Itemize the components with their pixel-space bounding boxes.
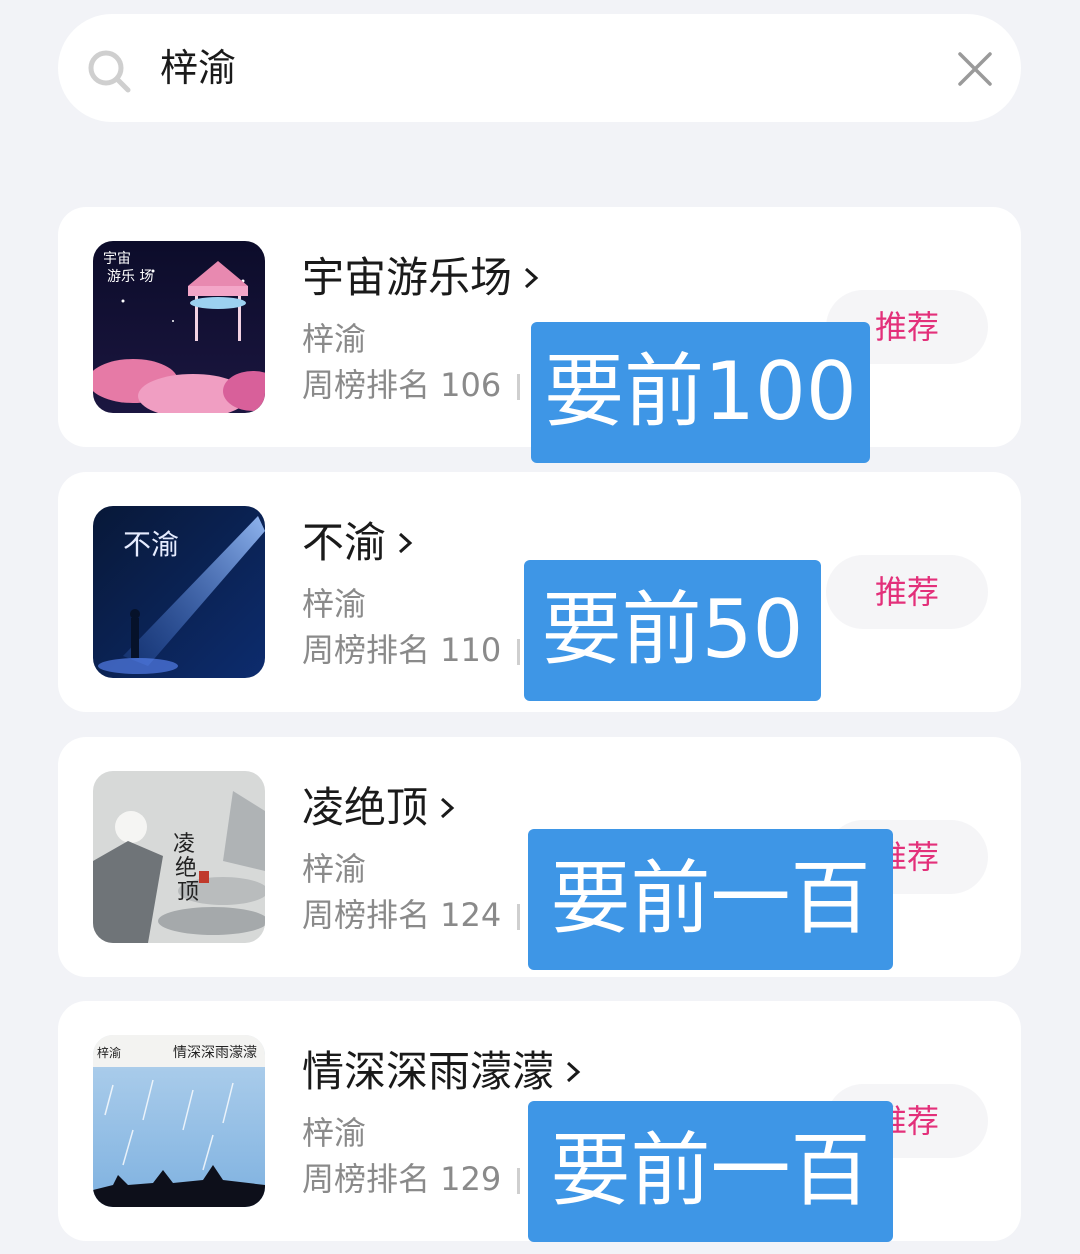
artist-name[interactable]: 梓渝 bbox=[302, 1111, 366, 1155]
search-icon bbox=[88, 50, 131, 93]
overlay-label: 要前一百 bbox=[528, 829, 893, 970]
album-cover[interactable]: 凌 绝 顶 bbox=[93, 771, 265, 943]
svg-text:游乐 场: 游乐 场 bbox=[107, 269, 153, 285]
rank-label: 周榜排名 106 bbox=[302, 363, 521, 407]
search-input[interactable]: 梓渝 bbox=[160, 42, 236, 94]
svg-text:不渝: 不渝 bbox=[123, 528, 179, 561]
svg-text:宇宙: 宇宙 bbox=[103, 251, 131, 267]
recommend-button[interactable]: 推荐 bbox=[826, 555, 988, 629]
artist-name[interactable]: 梓渝 bbox=[302, 317, 366, 361]
divider bbox=[517, 904, 521, 930]
svg-text:凌: 凌 bbox=[173, 832, 195, 857]
song-title[interactable]: 不渝 bbox=[302, 514, 416, 572]
svg-text:梓渝: 梓渝 bbox=[97, 1045, 121, 1060]
album-cover[interactable]: 宇宙 游乐 场 bbox=[93, 241, 265, 413]
svg-text:顶: 顶 bbox=[177, 880, 199, 905]
chevron-right-icon bbox=[567, 1061, 581, 1083]
divider bbox=[517, 1168, 521, 1194]
svg-text:情深深雨濛濛: 情深深雨濛濛 bbox=[173, 1045, 257, 1061]
album-cover[interactable]: 不渝 bbox=[93, 506, 265, 678]
song-title[interactable]: 情深深雨濛濛 bbox=[302, 1043, 584, 1101]
chevron-right-icon bbox=[399, 532, 413, 554]
divider bbox=[517, 374, 521, 400]
song-title-text: 情深深雨濛濛 bbox=[302, 1047, 555, 1096]
song-title[interactable]: 凌绝顶 bbox=[302, 779, 458, 837]
overlay-label: 要前50 bbox=[524, 560, 821, 701]
chevron-right-icon bbox=[525, 267, 539, 289]
close-icon[interactable] bbox=[956, 50, 994, 88]
song-title-text: 不渝 bbox=[302, 518, 387, 567]
overlay-label: 要前100 bbox=[531, 322, 870, 463]
artist-name[interactable]: 梓渝 bbox=[302, 847, 366, 891]
album-cover[interactable]: 梓渝 情深深雨濛濛 bbox=[93, 1035, 265, 1207]
overlay-label: 要前一百 bbox=[528, 1101, 893, 1242]
song-title-text: 凌绝顶 bbox=[302, 783, 429, 832]
chevron-right-icon bbox=[441, 797, 455, 819]
svg-text:绝: 绝 bbox=[175, 856, 197, 881]
search-results-page: 梓渝 宇宙 游乐 场 宇宙游乐场 梓渝 周榜排名 106 推荐 不渝 不渝 梓渝… bbox=[0, 0, 1080, 1254]
artist-name[interactable]: 梓渝 bbox=[302, 582, 366, 626]
song-title-text: 宇宙游乐场 bbox=[302, 253, 513, 302]
rank-label: 周榜排名 129 bbox=[302, 1157, 521, 1201]
rank-label: 周榜排名 124 bbox=[302, 893, 521, 937]
song-title[interactable]: 宇宙游乐场 bbox=[302, 249, 542, 307]
divider bbox=[517, 639, 521, 665]
rank-label: 周榜排名 110 bbox=[302, 628, 521, 672]
